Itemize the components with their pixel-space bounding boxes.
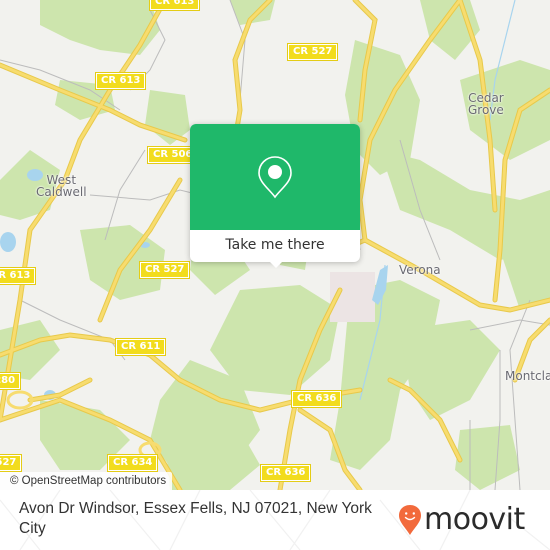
- map-attribution[interactable]: © OpenStreetMap contributors: [0, 472, 173, 490]
- road-label-cr-636: CR 636: [261, 465, 311, 481]
- road-label-cr-613: CR 613: [96, 73, 146, 89]
- road-label-cr-611: CR 611: [116, 339, 166, 355]
- place-label-west-caldwell: West Caldwell: [36, 173, 87, 199]
- road-label-cr-636: CR 636: [292, 391, 342, 407]
- moovit-pin-icon: [399, 505, 421, 535]
- moovit-logo[interactable]: moovit: [398, 502, 525, 538]
- map-view[interactable]: CR 613 CR 613 CR 527 CR 506 CR 527 CR 61…: [0, 0, 550, 490]
- take-me-there-button[interactable]: Take me there: [190, 230, 360, 262]
- moovit-wordmark: moovit: [424, 502, 525, 537]
- popup-pointer: [269, 261, 283, 268]
- location-popup: Take me there: [190, 124, 360, 268]
- road-label-cr-527: CR 527: [288, 44, 338, 60]
- road-label-cr-634: CR 634: [108, 455, 158, 471]
- place-label-montclair: Montclair: [505, 369, 550, 383]
- road-label-cr-527: CR 527: [0, 455, 22, 471]
- place-label-verona: Verona: [399, 263, 441, 277]
- address-text: Avon Dr Windsor, Essex Fells, NJ 07021, …: [19, 500, 372, 537]
- footer: Avon Dr Windsor, Essex Fells, NJ 07021, …: [0, 490, 550, 550]
- road-label-cr-613: CR 613: [0, 268, 36, 284]
- map-pin-icon: [258, 156, 292, 199]
- road-label-cr-613: CR 613: [150, 0, 200, 10]
- place-label-cedar-grove: Cedar Grove: [468, 91, 504, 117]
- road-label-i-280: I 280: [0, 373, 21, 389]
- road-label-cr-527: CR 527: [140, 262, 190, 278]
- popup-header: [190, 124, 360, 230]
